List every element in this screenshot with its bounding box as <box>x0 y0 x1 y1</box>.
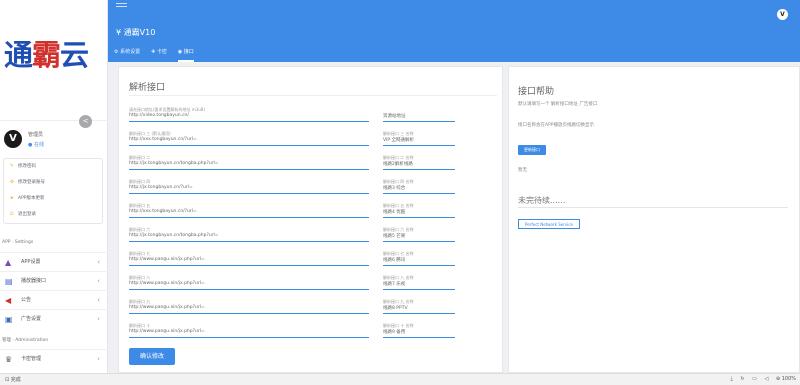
header-avatar[interactable]: V <box>777 9 788 20</box>
avatar[interactable]: V <box>4 130 22 148</box>
tab-system-settings[interactable]: ⚙ 系统设置 <box>114 45 140 62</box>
api-name-field[interactable]: 解析接口 二 名称 线路2解析线路 <box>383 155 455 170</box>
help-card: 接口帮助 默认请填写一个 解析接口地址 广告接口 接口名称会在APP播放页线路切… <box>508 66 800 373</box>
status-text: ⊡ 完成 <box>5 377 21 383</box>
api-name-field[interactable]: 解析接口 七 名称 线路6 腾讯 <box>383 251 455 266</box>
api-url-field[interactable]: 解析接口 八 http://www.pangu.xin/jx.php?url= <box>129 275 369 290</box>
api-url-field[interactable]: 解析接口 五 http://xxx.tongbayun.cn/?url= <box>129 203 369 218</box>
send-icon: ➤ <box>10 196 14 201</box>
api-name-field[interactable]: 解析接口 四 名称 线路3 综合 <box>383 179 455 194</box>
chevron-left-icon: ‹ <box>97 277 100 285</box>
download-icon[interactable]: ⤓ <box>731 376 733 382</box>
api-name-field[interactable]: 资源站地址 <box>383 107 455 122</box>
update-api-button[interactable]: 更新接口 <box>518 145 546 155</box>
zoom-icon[interactable]: ⊕ <box>776 376 780 382</box>
tab-bar: ⚙ 系统设置 ✚ 卡密 ◉ 接口 <box>114 45 205 62</box>
parse-api-card: 解析接口 请先接口地址(要求设置解析的地址 m3u8) http://video.… <box>118 66 503 373</box>
power-icon: ⏻ <box>10 212 14 217</box>
sidebar-item-notice[interactable]: ◀ 公告 ‹ <box>0 290 108 309</box>
api-name-field[interactable]: 解析接口 八 名称 线路7 乐视 <box>383 275 455 290</box>
help-text: 暂无 <box>518 168 527 173</box>
chevron-left-icon: ‹ <box>97 296 100 304</box>
tab-card-keys[interactable]: ✚ 卡密 <box>151 45 167 62</box>
quick-item-logout[interactable]: ⏻ 退出登录 <box>4 207 102 223</box>
android-icon: ▲ <box>5 258 12 267</box>
card-title: 解析接口 <box>129 83 166 93</box>
api-url-field[interactable]: 解析接口 九 http://www.pangu.xin/jx.php?url= <box>129 299 369 314</box>
settings-section-title: APP · Settings <box>2 240 34 245</box>
sidebar-item-app-settings[interactable]: ▲ APP设置 ‹ <box>0 252 108 271</box>
menu-toggle-icon[interactable] <box>116 3 127 9</box>
gear-icon: ⚙ <box>10 180 15 185</box>
refresh-icon[interactable]: ↻ <box>740 376 744 382</box>
share-icon[interactable]: < <box>79 115 92 128</box>
api-url-field[interactable]: 解析接口 七 http://www.pangu.xin/jx.php?url= <box>129 251 369 266</box>
help-title: 接口帮助 <box>518 87 555 97</box>
pencil-icon: ✎ <box>10 164 14 169</box>
api-url-field[interactable]: 解析接口 六 http://jx.tongbayun.cn/tongba.php?… <box>129 227 369 242</box>
status-tray: ⤓ ↻ ▭ ◁ ⊕ 100% <box>725 376 796 382</box>
api-url-field[interactable]: 解析接口 二 http://jx.tongbayun.cn/tongba.php?… <box>129 155 369 170</box>
image-icon: ▣ <box>5 315 13 324</box>
confirm-button[interactable]: 确认修改 <box>129 348 175 365</box>
api-name-field[interactable]: 解析接口 九 名称 线路8 PPTV <box>383 299 455 314</box>
tab-api[interactable]: ◉ 接口 <box>177 45 194 62</box>
api-url-field[interactable]: 请先接口地址(要求设置解析的地址 m3u8) http://video.tongb… <box>129 107 369 122</box>
browser-status-bar: ⊡ 完成 ⤓ ↻ ▭ ◁ ⊕ 100% <box>0 373 800 385</box>
trophy-icon: ♛ <box>5 355 13 364</box>
quick-item-change-password[interactable]: ✎ 修改密码 <box>4 159 102 175</box>
user-panel: < V 管理员 ● 在线 <box>0 115 108 156</box>
logo-text: 通霸云 <box>4 38 89 72</box>
api-url-field[interactable]: 解析接口 三 (默认通用) http://xxx.tongbayun.cn/?ur… <box>129 131 369 146</box>
api-name-field[interactable]: 解析接口 三 名称 VIP 全网通解析 <box>383 131 455 146</box>
api-name-field[interactable]: 解析接口 五 名称 线路4 优酷 <box>383 203 455 218</box>
logo: 通霸云 <box>0 0 107 104</box>
admin-section-title: 管理 · Administration <box>2 338 49 343</box>
divider <box>129 95 497 96</box>
chevron-left-icon: ‹ <box>97 355 100 363</box>
api-name-field[interactable]: 解析接口 六 名称 线路5 芒果 <box>383 227 455 242</box>
zoom-level[interactable]: 100% <box>782 376 796 382</box>
help-text: 默认请填写一个 解析接口地址 广告接口 <box>518 102 598 107</box>
sidebar-item-card-management[interactable]: ♛ 卡密管理 ‹ <box>0 349 108 371</box>
top-bar: ¥ 通霸V10 V ⚙ 系统设置 ✚ 卡密 ◉ 接口 <box>108 0 800 62</box>
api-name-field[interactable]: 解析接口 十 名称 线路9 备用 <box>383 323 455 338</box>
sidebar: 通霸云 < V 管理员 ● 在线 ✎ 修改密码 ⚙ 修改登录账号 ➤ APP版本更新 … <box>0 0 108 373</box>
help-subtitle: 未完待续...... <box>518 196 566 205</box>
service-badge: Perfect Network Service <box>518 219 580 229</box>
player-icon: ▤ <box>5 277 13 286</box>
screen-icon[interactable]: ▭ <box>752 376 757 382</box>
megaphone-icon: ◀ <box>5 296 12 305</box>
sidebar-item-ad-settings[interactable]: ▣ 广告设置 ‹ <box>0 309 108 328</box>
quick-menu: ✎ 修改密码 ⚙ 修改登录账号 ➤ APP版本更新 ⏻ 退出登录 <box>3 158 103 224</box>
chevron-left-icon: ‹ <box>97 315 100 323</box>
quick-item-change-account[interactable]: ⚙ 修改登录账号 <box>4 175 102 191</box>
quick-item-app-update[interactable]: ➤ APP版本更新 <box>4 191 102 207</box>
api-url-field[interactable]: 解析接口 四 http://jx.tongbayun.cn/?url= <box>129 179 369 194</box>
app-title: ¥ 通霸V10 <box>116 28 156 37</box>
help-text: 接口名称会在APP播放页线路切换显示 <box>518 123 595 128</box>
user-status: ● 在线 <box>28 142 44 148</box>
api-url-field[interactable]: 解析接口 十 http://www.pangu.xin/jx.php?url= <box>129 323 369 338</box>
sound-icon[interactable]: ◁ <box>764 376 768 382</box>
sidebar-item-player-api[interactable]: ▤ 播放器接口 ‹ <box>0 271 108 290</box>
user-name: 管理员 <box>28 132 44 138</box>
chevron-left-icon: ‹ <box>97 258 100 266</box>
divider <box>518 207 788 208</box>
